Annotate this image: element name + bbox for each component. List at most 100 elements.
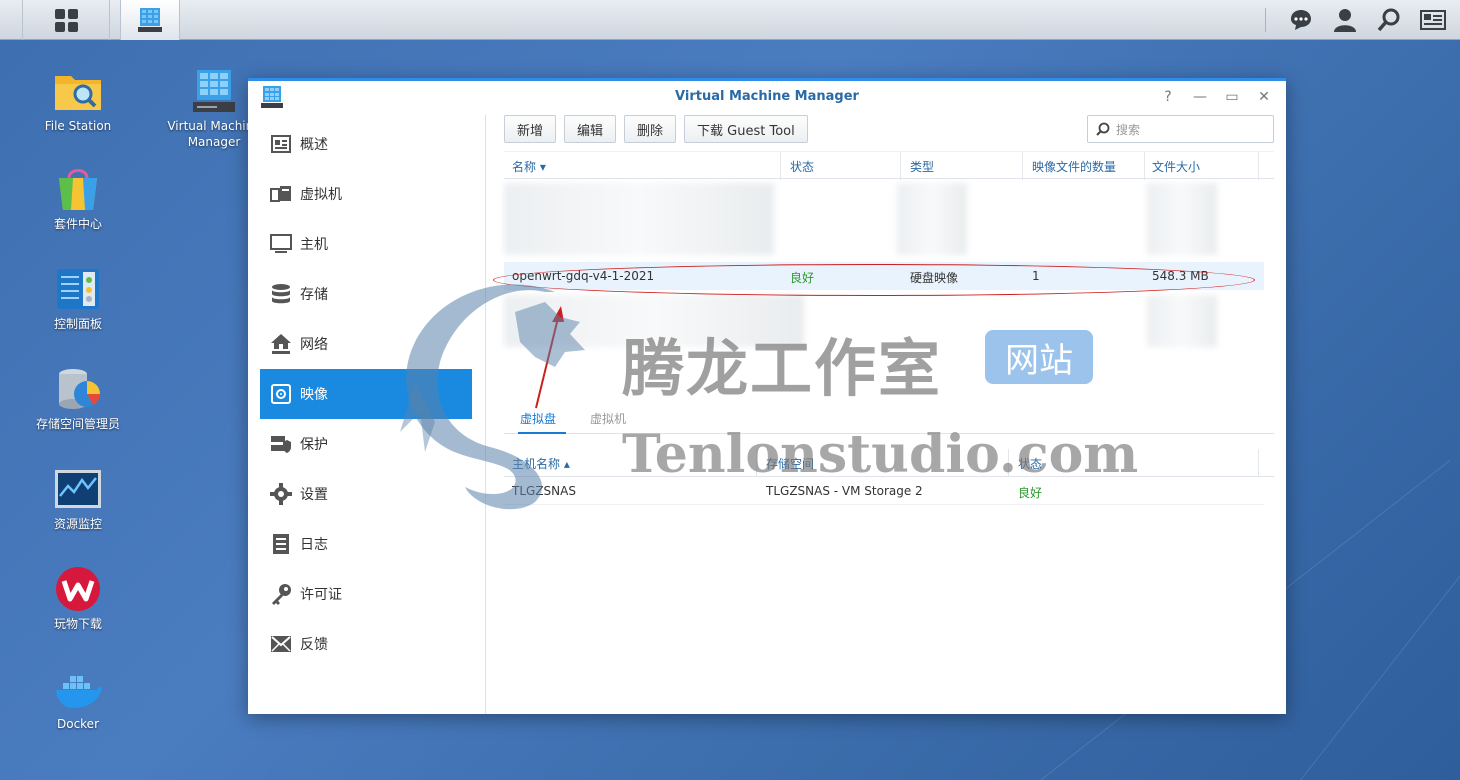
- main-menu-button[interactable]: [22, 0, 110, 40]
- download-guest-tool-button[interactable]: 下载 Guest Tool: [684, 115, 808, 143]
- annotation-ellipse: [493, 264, 1255, 296]
- watermark-badge: 网站: [985, 330, 1093, 384]
- column-separator: [780, 152, 781, 180]
- maximize-icon[interactable]: ▭: [1224, 89, 1240, 105]
- column-separator: [1144, 152, 1145, 180]
- disc-icon: [270, 383, 292, 405]
- add-button[interactable]: 新增: [504, 115, 557, 143]
- desktop-icon-file-station[interactable]: File Station: [23, 68, 133, 134]
- monitor-chart-icon: [55, 470, 101, 508]
- sort-desc-icon: ▾: [539, 160, 546, 174]
- taskbar-vmm-button[interactable]: [120, 0, 180, 40]
- host-name-cell: TLGZSNAS: [512, 484, 576, 498]
- column-header-label: 主机名称: [512, 457, 561, 471]
- taskbar: [0, 0, 1460, 40]
- folder-search-icon: [55, 76, 101, 110]
- desktop-icon-control-panel[interactable]: 控制面板: [23, 266, 133, 332]
- blurred-row-content: [504, 183, 774, 255]
- docker-whale-icon: [56, 676, 102, 708]
- sidebar-item-storage[interactable]: 存储: [260, 269, 472, 319]
- column-header-label: 名称: [512, 160, 537, 174]
- sidebar-item-overview[interactable]: 概述: [260, 119, 472, 169]
- storage-pie-icon: [59, 369, 100, 409]
- active-tab-indicator: [518, 432, 566, 434]
- blurred-row-content: [897, 183, 967, 255]
- shield-icon: [270, 433, 292, 455]
- blurred-row-content: [1147, 183, 1217, 255]
- column-header-name[interactable]: 名称 ▾: [512, 158, 546, 175]
- sidebar-item-label: 许可证: [300, 587, 342, 603]
- sidebar-item-label: 概述: [300, 137, 328, 153]
- column-separator: [1022, 152, 1023, 180]
- watermark-en-text: Tenlonstudio.com: [622, 424, 1139, 485]
- chat-icon[interactable]: [1288, 7, 1314, 33]
- search-icon[interactable]: [1376, 7, 1402, 33]
- sidebar-item-network[interactable]: 网络: [260, 319, 472, 369]
- desktop-icon-docker[interactable]: Docker: [23, 666, 133, 732]
- minimize-icon[interactable]: —: [1192, 89, 1208, 105]
- mail-icon: [270, 633, 292, 655]
- desktop-icon-label: 玩物下载: [53, 617, 102, 631]
- search-placeholder: 搜索: [1116, 122, 1141, 137]
- edit-button[interactable]: 编辑: [564, 115, 617, 143]
- wanwu-logo-icon: [56, 567, 100, 611]
- control-panel-icon: [57, 269, 99, 309]
- key-icon: [270, 583, 292, 605]
- widgets-icon[interactable]: [1420, 7, 1446, 33]
- sidebar-item-label: 网络: [300, 337, 328, 353]
- column-header-status[interactable]: 状态: [790, 158, 814, 175]
- vmm-icon: [138, 8, 162, 32]
- sort-asc-icon: ▴: [563, 457, 570, 471]
- vm-icon: [270, 183, 292, 205]
- host-status-cell: 良好: [1018, 486, 1043, 500]
- desktop-icon-label: 套件中心: [53, 217, 102, 231]
- desktop-icon-wanwu-download[interactable]: 玩物下载: [23, 566, 133, 632]
- shopping-bag-icon: [59, 169, 97, 210]
- blurred-row-content: [1147, 295, 1217, 347]
- desktop-icon-label: 资源监控: [53, 517, 102, 531]
- log-icon: [270, 533, 292, 555]
- desktop-icon-storage-manager[interactable]: 存储空间管理员: [23, 366, 133, 432]
- sidebar-item-label: 日志: [300, 537, 328, 553]
- overview-icon: [270, 133, 292, 155]
- column-separator: [1258, 152, 1259, 180]
- sidebar-item-settings[interactable]: 设置: [260, 469, 472, 519]
- sidebar-item-image[interactable]: 映像: [260, 369, 472, 419]
- column-header-image-count[interactable]: 映像文件的数量: [1032, 158, 1116, 175]
- tab-virtual-disk[interactable]: 虚拟盘: [520, 410, 556, 427]
- toolbar: 新增 编辑 删除 下载 Guest Tool: [504, 115, 808, 143]
- desktop-icon-label: 存储空间管理员: [35, 417, 120, 431]
- column-header-size[interactable]: 文件大小: [1152, 158, 1200, 175]
- gear-icon: [270, 483, 292, 505]
- close-icon[interactable]: ✕: [1256, 89, 1272, 105]
- user-icon[interactable]: [1332, 7, 1358, 33]
- sidebar-item-feedback[interactable]: 反馈: [260, 619, 472, 669]
- desktop-icon-package-center[interactable]: 套件中心: [23, 166, 133, 232]
- sidebar-item-label: 虚拟机: [300, 187, 342, 203]
- sidebar-item-label: 反馈: [300, 637, 328, 653]
- storage-cell: TLGZSNAS - VM Storage 2: [766, 484, 923, 498]
- sidebar-item-host[interactable]: 主机: [260, 219, 472, 269]
- desktop-icon-label: File Station: [44, 119, 112, 133]
- window-titlebar[interactable]: Virtual Machine Manager ? — ▭ ✕: [248, 81, 1286, 115]
- sidebar-item-protection[interactable]: 保护: [260, 419, 472, 469]
- main-menu-icon: [54, 8, 78, 32]
- sidebar-item-vm[interactable]: 虚拟机: [260, 169, 472, 219]
- search-input[interactable]: 搜索: [1087, 115, 1274, 143]
- help-icon[interactable]: ?: [1160, 89, 1176, 105]
- column-header-type[interactable]: 类型: [910, 158, 934, 175]
- sidebar-item-license[interactable]: 许可证: [260, 569, 472, 619]
- taskbar-separator: [1265, 8, 1266, 32]
- sidebar-item-label: 映像: [300, 387, 328, 403]
- delete-button[interactable]: 删除: [624, 115, 677, 143]
- watermark-cn-text: 腾龙工作室: [622, 332, 943, 405]
- image-table-header: 名称 ▾ 状态 类型 映像文件的数量 文件大小: [504, 151, 1274, 180]
- desktop-icon-label: Docker: [56, 717, 100, 731]
- network-icon: [270, 333, 292, 355]
- sidebar: 概述 虚拟机 主机 存储 网络 映像 保护 设置 日志 许可证 反馈: [248, 115, 486, 714]
- column-header-host[interactable]: 主机名称 ▴: [512, 455, 570, 472]
- tab-virtual-machine[interactable]: 虚拟机: [590, 410, 626, 427]
- database-icon: [270, 283, 292, 305]
- desktop-icon-resource-monitor[interactable]: 资源监控: [23, 466, 133, 532]
- sidebar-item-log[interactable]: 日志: [260, 519, 472, 569]
